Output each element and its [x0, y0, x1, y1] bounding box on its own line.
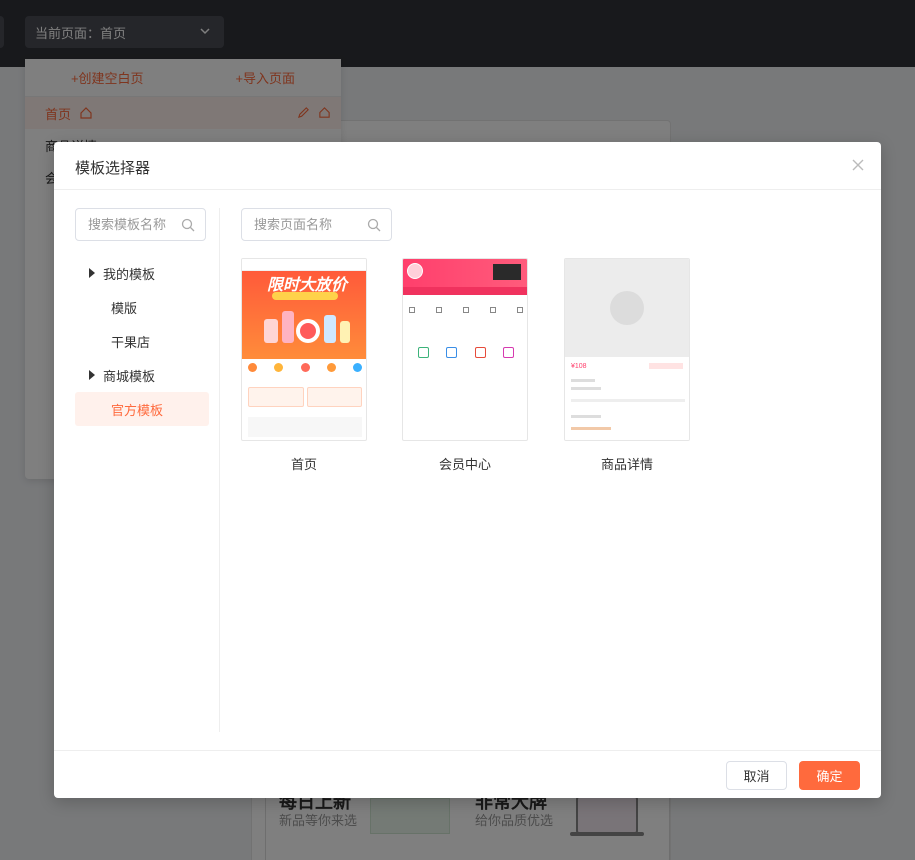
modal-footer: 取消 确定 — [54, 750, 881, 798]
page-search-field[interactable] — [241, 208, 392, 241]
close-icon[interactable] — [851, 158, 865, 172]
template-category-tree: 我的模板 模版 干果店 商城模板 官方模板 — [75, 256, 209, 426]
tree-item-label: 模版 — [111, 300, 138, 316]
tree-item-label: 官方模板 — [111, 402, 164, 418]
cancel-button[interactable]: 取消 — [726, 761, 787, 790]
tree-item-label: 商城模板 — [103, 368, 156, 384]
homepage-thumbnail-icon: 限时大放价 — [241, 258, 367, 441]
tree-item-dried-fruit-shop[interactable]: 干果店 — [75, 324, 209, 358]
search-icon[interactable] — [181, 218, 195, 232]
tree-item-mall-templates[interactable]: 商城模板 — [75, 358, 209, 392]
panel-divider — [219, 208, 220, 732]
tree-item-label: 干果店 — [111, 334, 151, 350]
product-detail-thumbnail-icon: ¥108 — [564, 258, 690, 441]
modal-header: 模板选择器 — [54, 142, 881, 190]
template-card-member-center[interactable]: 会员中心 — [402, 258, 528, 473]
member-center-thumbnail-icon — [402, 258, 528, 441]
confirm-button[interactable]: 确定 — [799, 761, 860, 790]
search-icon[interactable] — [367, 218, 381, 232]
template-card-label: 会员中心 — [438, 457, 491, 472]
template-card-home[interactable]: 限时大放价 首页 — [241, 258, 367, 473]
template-card-label: 首页 — [290, 457, 317, 472]
template-card-label: 商品详情 — [600, 457, 653, 472]
thumbnail-coupons — [248, 387, 362, 407]
tree-item-official-templates[interactable]: 官方模板 — [75, 392, 209, 426]
thumbnail-price-text: ¥108 — [571, 363, 587, 370]
thumbnail-category-icons — [248, 363, 362, 372]
template-search-field[interactable] — [75, 208, 206, 241]
modal-title: 模板选择器 — [75, 160, 151, 177]
caret-right-icon[interactable] — [89, 370, 95, 380]
cosmetics-image — [264, 311, 350, 343]
caret-right-icon[interactable] — [89, 268, 95, 278]
tree-item-template[interactable]: 模版 — [75, 290, 209, 324]
template-selector-modal: 模板选择器 我的模板 模版 干果店 商城模板 官方模板 — [54, 142, 881, 798]
tree-item-my-templates[interactable]: 我的模板 — [75, 256, 209, 290]
tree-item-label: 我的模板 — [103, 266, 156, 282]
template-card-product-detail[interactable]: ¥108 商品详情 — [564, 258, 690, 473]
